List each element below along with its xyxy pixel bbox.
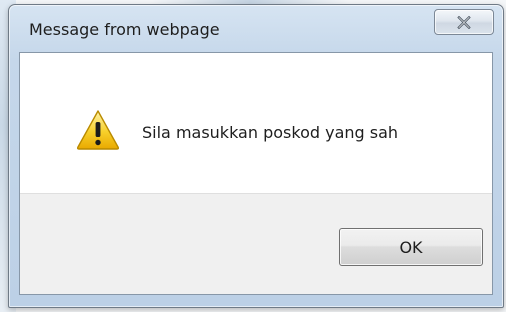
message-area: Sila masukkan poskod yang sah [20, 53, 492, 193]
dialog-title: Message from webpage [29, 20, 220, 39]
page: Message from webpage Sila masukkan posko… [0, 0, 506, 312]
dialog-titlebar[interactable]: Message from webpage [9, 5, 503, 55]
close-button[interactable] [434, 9, 494, 35]
ok-button[interactable]: OK [339, 228, 483, 266]
warning-icon [76, 109, 120, 151]
button-bar: OK [20, 193, 492, 294]
close-icon [457, 15, 471, 29]
alert-message: Sila masukkan poskod yang sah [142, 123, 399, 142]
dialog-body: Sila masukkan poskod yang sah OK [19, 52, 493, 295]
alert-dialog: Message from webpage Sila masukkan posko… [8, 4, 504, 308]
